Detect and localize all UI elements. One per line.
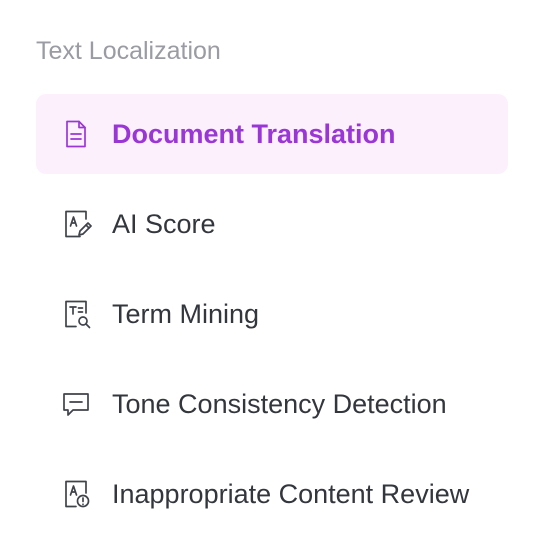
menu-item-document-translation[interactable]: Document Translation: [36, 94, 508, 174]
term-mining-icon: [60, 298, 92, 330]
menu-item-label: Tone Consistency Detection: [112, 389, 447, 419]
menu-item-label: Term Mining: [112, 299, 260, 329]
section-title: Text Localization: [36, 37, 221, 65]
menu-item-label: Document Translation: [112, 119, 396, 149]
document-icon: [60, 118, 92, 150]
menu-item-tone-consistency-detection[interactable]: Tone Consistency Detection: [36, 364, 508, 444]
menu-item-label: AI Score: [112, 209, 216, 239]
menu-item-term-mining[interactable]: Term Mining: [36, 274, 508, 354]
text-localization-menu: Text Localization Document Translation A…: [0, 0, 536, 550]
ai-score-icon: [60, 208, 92, 240]
chat-bubble-icon: [60, 388, 92, 420]
menu-item-inappropriate-content-review[interactable]: Inappropriate Content Review: [36, 454, 508, 534]
content-review-icon: [60, 478, 92, 510]
menu-item-ai-score[interactable]: AI Score: [36, 184, 508, 264]
menu-item-label: Inappropriate Content Review: [112, 479, 470, 509]
